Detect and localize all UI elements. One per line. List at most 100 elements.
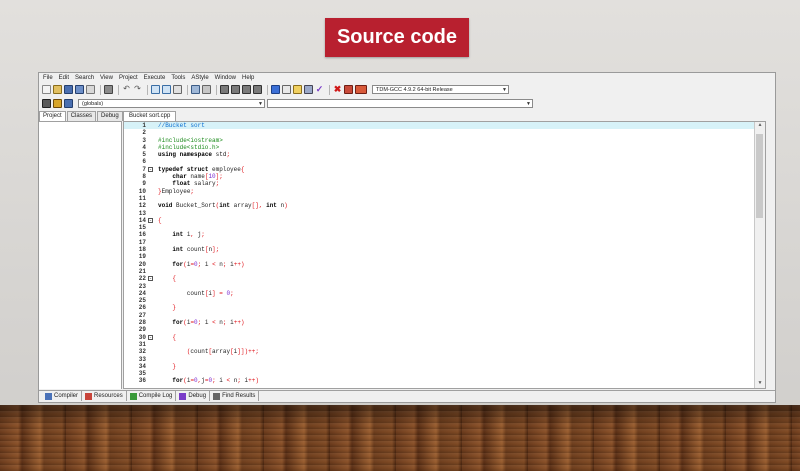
uncomment-icon[interactable] xyxy=(253,85,262,94)
code-line[interactable]: 27 xyxy=(124,312,765,319)
tab-compile-log[interactable]: Compile Log xyxy=(127,391,177,401)
code-line[interactable]: 20 for(i=0; i < n; i++) xyxy=(124,261,765,268)
code-line[interactable]: 2 xyxy=(124,129,765,136)
code-line[interactable]: 7- typedef struct employee{ xyxy=(124,166,765,173)
tab-project[interactable]: Project xyxy=(39,111,66,121)
code-line[interactable]: 16 int i, j; xyxy=(124,231,765,238)
line-number: 7 xyxy=(142,165,146,173)
print-icon[interactable] xyxy=(104,85,113,94)
compiler-select[interactable]: TDM-GCC 4.9.2 64-bit Release ▼ xyxy=(372,85,509,94)
syntax-check-icon[interactable]: ✓ xyxy=(315,85,324,94)
toggle-comment-icon[interactable] xyxy=(242,85,251,94)
code-line[interactable]: 23 xyxy=(124,283,765,290)
code-line[interactable]: 17 xyxy=(124,239,765,246)
file-tab[interactable]: Bucket sort.cpp xyxy=(123,111,177,121)
new-file-icon[interactable] xyxy=(42,85,51,94)
scope-select[interactable]: (globals) ▼ xyxy=(78,99,265,108)
compile-run-icon[interactable] xyxy=(293,85,302,94)
fold-toggle-icon[interactable]: - xyxy=(148,166,153,172)
code-line[interactable]: 35 xyxy=(124,370,765,377)
code-line[interactable]: 24 count[i] = 0; xyxy=(124,290,765,297)
code-line[interactable]: 1 //Bucket sort xyxy=(124,122,765,130)
menu-item-window[interactable]: Window xyxy=(215,75,236,81)
menu-item-search[interactable]: Search xyxy=(75,75,94,81)
find-icon[interactable] xyxy=(151,85,160,94)
indent-icon[interactable] xyxy=(220,85,229,94)
goto-line-icon[interactable] xyxy=(173,85,182,94)
scrollbar-thumb[interactable] xyxy=(756,134,763,218)
code-line[interactable]: 9 float salary; xyxy=(124,180,765,187)
scroll-down-icon[interactable]: ▼ xyxy=(755,380,765,388)
code-line[interactable]: 11 xyxy=(124,195,765,202)
stop-execution-icon[interactable]: ✖ xyxy=(333,85,342,94)
code-line[interactable]: 33 xyxy=(124,356,765,363)
line-number: 12 xyxy=(138,202,146,210)
toggle-bookmark-icon[interactable] xyxy=(53,99,62,108)
tab-resources[interactable]: Resources xyxy=(82,391,127,401)
rebuild-all-icon[interactable] xyxy=(304,85,313,94)
compiler-icon xyxy=(45,392,52,400)
menu-item-astyle[interactable]: AStyle xyxy=(191,75,208,81)
vertical-scrollbar[interactable]: ▲ ▼ xyxy=(754,122,765,388)
unindent-icon[interactable] xyxy=(231,85,240,94)
code-line[interactable]: 29 xyxy=(124,326,765,333)
code-line[interactable]: 18 int count[n]; xyxy=(124,246,765,253)
code-line[interactable]: 32 (count[array[i]])++; xyxy=(124,348,765,355)
code-line[interactable]: 28 for(i=0; i < n; i++) xyxy=(124,319,765,326)
grid-view-icon[interactable] xyxy=(191,85,200,94)
save-all-icon[interactable] xyxy=(75,85,84,94)
code-line[interactable]: 12 void Bucket_Sort(int array[], int n) xyxy=(124,202,765,209)
debug-run-icon[interactable] xyxy=(355,85,367,94)
compile-icon[interactable] xyxy=(271,85,280,94)
fold-toggle-icon[interactable]: - xyxy=(148,334,153,340)
save-icon[interactable] xyxy=(64,85,73,94)
code-line[interactable]: 10}Employee; xyxy=(124,188,765,195)
tab-find-results[interactable]: Find Results xyxy=(210,391,260,401)
code-line[interactable]: 21 xyxy=(124,268,765,275)
goto-bookmark-icon[interactable] xyxy=(64,99,73,108)
close-file-icon[interactable] xyxy=(86,85,95,94)
code-line[interactable]: 8 char name[10]; xyxy=(124,173,765,180)
code-line[interactable]: 31 xyxy=(124,341,765,348)
menu-item-help[interactable]: Help xyxy=(242,75,254,81)
code-line[interactable]: 5 using namespace std; xyxy=(124,151,765,158)
code-line[interactable]: 25 xyxy=(124,297,765,304)
code-line[interactable]: 19 xyxy=(124,253,765,260)
code-line[interactable]: 26 } xyxy=(124,304,765,311)
redo-icon[interactable]: ↷ xyxy=(133,85,142,94)
menu-item-tools[interactable]: Tools xyxy=(171,75,185,81)
code-line[interactable]: 13 xyxy=(124,210,765,217)
replace-icon[interactable] xyxy=(162,85,171,94)
menu-item-view[interactable]: View xyxy=(100,75,113,81)
fullscreen-icon[interactable] xyxy=(202,85,211,94)
toolbar-separator xyxy=(147,84,148,95)
code-line[interactable]: 22- { xyxy=(124,275,765,282)
fold-toggle-icon[interactable]: - xyxy=(148,276,153,282)
tab-debug[interactable]: Debug xyxy=(176,391,211,401)
fold-toggle-icon[interactable]: - xyxy=(148,217,153,223)
menu-item-execute[interactable]: Execute xyxy=(144,75,166,81)
tab-compiler[interactable]: Compiler xyxy=(42,391,83,401)
code-line[interactable]: 30- { xyxy=(124,334,765,341)
code-text: for(i=0,j=0; i < n; i++) xyxy=(172,377,259,385)
tab-debug[interactable]: Debug xyxy=(97,111,123,121)
profile-icon[interactable] xyxy=(344,85,353,94)
scroll-up-icon[interactable]: ▲ xyxy=(755,122,765,130)
insert-icon[interactable] xyxy=(42,99,51,108)
menu-item-edit[interactable]: Edit xyxy=(59,75,69,81)
code-line[interactable]: 4 #include<stdio.h> xyxy=(124,144,765,151)
code-editor[interactable]: 1 //Bucket sort 2 3 #include<iostream> 4 #incl… xyxy=(123,121,766,389)
menu-item-file[interactable]: File xyxy=(43,75,53,81)
code-line[interactable]: 15 xyxy=(124,224,765,231)
code-line[interactable]: 6 xyxy=(124,158,765,165)
open-file-icon[interactable] xyxy=(53,85,62,94)
code-line[interactable]: 34 } xyxy=(124,363,765,370)
menu-item-project[interactable]: Project xyxy=(119,75,138,81)
tab-classes[interactable]: Classes xyxy=(66,111,97,121)
function-select[interactable]: ▼ xyxy=(267,99,533,108)
run-icon[interactable] xyxy=(282,85,291,94)
code-line[interactable]: 14-{ xyxy=(124,217,765,224)
code-line[interactable]: 3 #include<iostream> xyxy=(124,137,765,144)
code-line[interactable]: 36 for(i=0,j=0; i < n; i++) xyxy=(124,377,765,384)
undo-icon[interactable]: ↶ xyxy=(122,85,131,94)
